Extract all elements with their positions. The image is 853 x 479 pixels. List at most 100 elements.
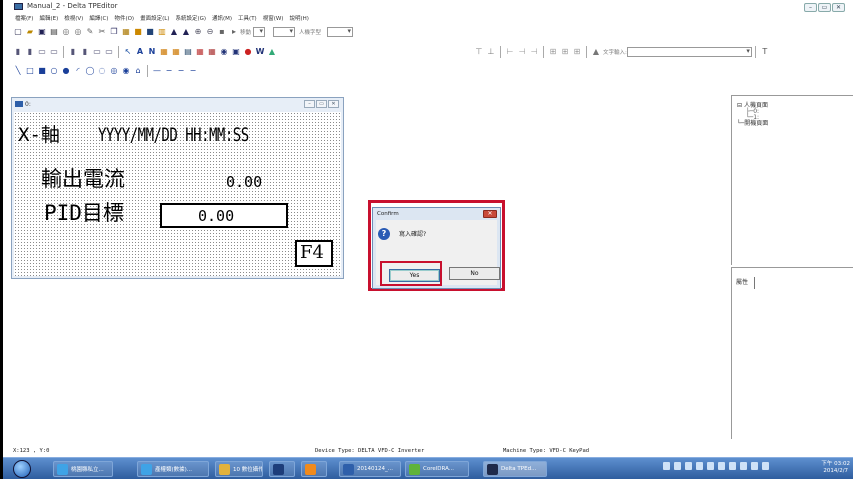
- no-button[interactable]: No: [449, 267, 500, 280]
- arc-draw-icon[interactable]: ◜: [73, 66, 83, 76]
- text-tool-t-icon[interactable]: T: [760, 47, 770, 57]
- volume-icon[interactable]: [751, 462, 758, 470]
- line-style-solid-icon[interactable]: —: [152, 66, 162, 76]
- same-size-icon[interactable]: ⊞: [572, 47, 582, 57]
- datetime-object[interactable]: YYYY/MM/DD HH:MM:SS: [98, 126, 249, 145]
- picture-tool-icon[interactable]: ▲: [267, 47, 277, 57]
- multi-state-icon[interactable]: ▭: [37, 47, 47, 57]
- menu-tools[interactable]: 工具(T): [238, 14, 257, 22]
- table-tool-icon[interactable]: ▤: [183, 47, 193, 57]
- taskbar-item[interactable]: 產權類(數據)...: [137, 461, 209, 477]
- properties-tab[interactable]: 屬性: [736, 277, 756, 289]
- taskbar-item[interactable]: CorelDRA...: [405, 461, 469, 477]
- recipe-tool-icon[interactable]: ▦: [207, 47, 217, 57]
- align-middle-icon[interactable]: ⊥: [486, 47, 496, 57]
- keypad-tool-icon[interactable]: ▦: [171, 47, 181, 57]
- send-back-icon[interactable]: ▲: [181, 27, 191, 37]
- dialog-close-icon[interactable]: ✕: [483, 210, 497, 218]
- move-icon[interactable]: ▸: [229, 27, 239, 37]
- move-dropdown[interactable]: [253, 27, 266, 37]
- menu-file[interactable]: 檔案(F): [15, 14, 33, 22]
- screen-close-icon[interactable]: ✕: [328, 100, 339, 108]
- tray-icon[interactable]: [663, 462, 670, 470]
- menu-view[interactable]: 檢視(V): [64, 14, 83, 22]
- cut-icon[interactable]: ✂: [97, 27, 107, 37]
- bar-tool-icon[interactable]: ▮: [68, 47, 78, 57]
- align-left-icon[interactable]: ⊢: [505, 47, 515, 57]
- distribute-h-icon[interactable]: ⊞: [548, 47, 558, 57]
- tray-icon[interactable]: [718, 462, 725, 470]
- pipe-tool-icon[interactable]: ▭: [92, 47, 102, 57]
- screen-copy-icon[interactable]: ■: [145, 27, 155, 37]
- output-current-label[interactable]: 輸出電流: [41, 169, 125, 190]
- function-key-f4[interactable]: F4: [295, 240, 333, 267]
- tray-icon[interactable]: [729, 462, 736, 470]
- screen-maximize-icon[interactable]: ▭: [316, 100, 327, 108]
- line-draw-icon[interactable]: ╲: [13, 66, 23, 76]
- menu-screen[interactable]: 畫面設定(L): [140, 14, 169, 22]
- tray-icon[interactable]: [696, 462, 703, 470]
- align-right-icon[interactable]: ⊣: [529, 47, 539, 57]
- output-current-value[interactable]: 0.00: [226, 175, 262, 190]
- filled-rect-draw-icon[interactable]: ■: [37, 66, 47, 76]
- zoom-dropdown[interactable]: [273, 27, 296, 37]
- bring-front-icon[interactable]: ▲: [169, 27, 179, 37]
- taskbar-item[interactable]: 20140124_...: [339, 461, 401, 477]
- circle-draw-icon[interactable]: ○: [49, 66, 59, 76]
- align-center-icon[interactable]: ⊣: [517, 47, 527, 57]
- screen-editor-window[interactable]: 0: – ▭ ✕ X-軸 YYYY/MM/DD HH:MM:SS 輸出電流 0.…: [11, 97, 344, 279]
- button-tool-icon[interactable]: ▮: [13, 47, 23, 57]
- numeric-tool-icon[interactable]: N: [147, 47, 157, 57]
- alarm-tool-icon[interactable]: ▦: [195, 47, 205, 57]
- tree-item-boot-page[interactable]: └─開機頁面: [737, 121, 853, 127]
- chart-icon[interactable]: ▥: [157, 27, 167, 37]
- pid-target-label[interactable]: PID目標: [44, 203, 124, 224]
- maximize-icon[interactable]: ▭: [818, 3, 831, 12]
- wave-tool-icon[interactable]: W: [255, 47, 265, 57]
- zoom-in-icon[interactable]: ⊕: [193, 27, 203, 37]
- menu-help[interactable]: 說明(H): [289, 14, 308, 22]
- grid-icon[interactable]: ▪: [217, 27, 227, 37]
- text-input-field[interactable]: [626, 47, 752, 57]
- switch-tool-icon[interactable]: ▮: [25, 47, 35, 57]
- sector-draw-icon[interactable]: ◌: [97, 66, 107, 76]
- tray-icon[interactable]: [740, 462, 747, 470]
- menu-edit[interactable]: 編輯(E): [39, 14, 58, 22]
- close-icon[interactable]: ✕: [832, 3, 845, 12]
- tray-icon[interactable]: [685, 462, 692, 470]
- input-tool-icon[interactable]: ▦: [159, 47, 169, 57]
- save-icon[interactable]: ▣: [37, 27, 47, 37]
- lcd-canvas[interactable]: X-軸 YYYY/MM/DD HH:MM:SS 輸出電流 0.00 PID目標 …: [14, 112, 341, 276]
- line-style-dot-icon[interactable]: −: [176, 66, 186, 76]
- trend-tool-icon[interactable]: ▭: [104, 47, 114, 57]
- taskbar-item[interactable]: Delta TPEd...: [483, 461, 547, 477]
- edit-icon[interactable]: ✎: [85, 27, 95, 37]
- start-button[interactable]: [13, 460, 31, 478]
- upload-icon[interactable]: ◎: [73, 27, 83, 37]
- pid-target-input-box[interactable]: 0.00: [160, 203, 288, 228]
- minimize-icon[interactable]: –: [804, 3, 817, 12]
- text-input-icon[interactable]: ▲: [591, 47, 601, 57]
- taskbar-item[interactable]: [301, 461, 327, 477]
- new-file-icon[interactable]: ▢: [13, 27, 23, 37]
- filled-circle-draw-icon[interactable]: ●: [61, 66, 71, 76]
- open-folder-icon[interactable]: ▰: [25, 27, 35, 37]
- clock-tool-icon[interactable]: ◉: [219, 47, 229, 57]
- meter-tool-icon[interactable]: ▮: [80, 47, 90, 57]
- network-icon[interactable]: [762, 462, 769, 470]
- rectangle-draw-icon[interactable]: □: [25, 66, 35, 76]
- copy-icon[interactable]: ❐: [109, 27, 119, 37]
- system-clock[interactable]: 下午 03:02 2014/2/7: [821, 461, 850, 475]
- text-tool-icon[interactable]: A: [135, 47, 145, 57]
- menu-compile[interactable]: 編譯(C): [89, 14, 108, 22]
- font-dropdown[interactable]: [327, 27, 354, 37]
- line-style-thick-icon[interactable]: −: [188, 66, 198, 76]
- pointer-icon[interactable]: ↖: [123, 47, 133, 57]
- paste-icon[interactable]: ▦: [121, 27, 131, 37]
- menu-window[interactable]: 視窗(W): [263, 14, 284, 22]
- tray-icon[interactable]: [674, 462, 681, 470]
- taskbar-item[interactable]: [269, 461, 295, 477]
- print-icon[interactable]: ▤: [49, 27, 59, 37]
- tray-icon[interactable]: [707, 462, 714, 470]
- axis-label-text[interactable]: X-軸: [18, 126, 60, 145]
